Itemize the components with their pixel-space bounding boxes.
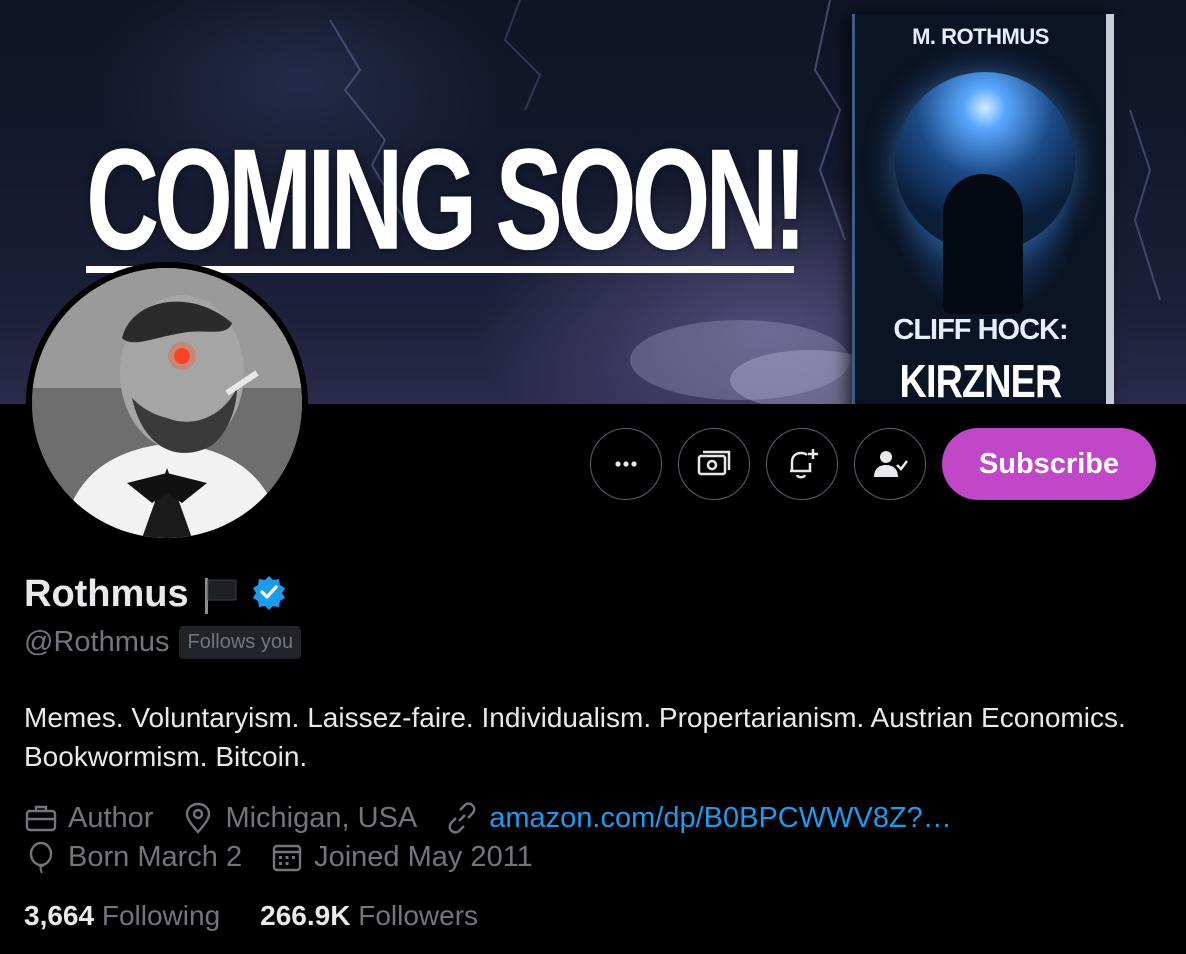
book-title: KIRZNER 14 [899, 355, 1063, 404]
black-flag-icon [199, 574, 241, 616]
birthday-text: Born March 2 [68, 840, 243, 873]
handle-row: @Rothmus Follows you [24, 626, 302, 659]
followers-stat[interactable]: 266.9K Followers [260, 900, 478, 932]
location-pin-icon [186, 802, 211, 834]
following-stat[interactable]: 3,664 Following [24, 900, 220, 932]
avatar-image [32, 268, 302, 538]
follow-stats: 3,664 Following 266.9K Followers [24, 900, 518, 932]
category-text: Author [68, 801, 154, 834]
book-cover: M. ROTHMUS CLIFF HOCK: KIRZNER 14 [852, 14, 1114, 404]
followers-count: 266.9K [260, 900, 351, 931]
more-options-button[interactable] [590, 428, 662, 500]
profile-meta-row-1: Author Michigan, USA amazon.com/dp/B0BPC… [24, 801, 980, 835]
money-icon [697, 450, 731, 476]
bell-plus-icon [790, 449, 818, 479]
book-author: M. ROTHMUS [912, 24, 1049, 49]
following-count: 3,664 [24, 900, 95, 931]
handle: @Rothmus [24, 626, 170, 658]
following-button[interactable] [854, 428, 926, 500]
subscribe-button[interactable]: Subscribe [942, 428, 1156, 500]
banner-headline: COMING SOON! [86, 119, 807, 281]
website-item[interactable]: amazon.com/dp/B0BPCWWV8Z?… [445, 801, 952, 835]
joined-text: Joined May 2011 [314, 840, 533, 873]
category-item: Author [24, 801, 153, 835]
followers-label: Followers [358, 900, 479, 931]
website-link[interactable]: amazon.com/dp/B0BPCWWV8Z?… [489, 802, 952, 835]
avatar[interactable] [26, 262, 308, 544]
following-label: Following [101, 900, 221, 931]
joined-item: Joined May 2011 [270, 840, 533, 874]
location-text: Michigan, USA [225, 801, 418, 834]
link-icon [448, 802, 476, 834]
notifications-button[interactable] [766, 428, 838, 500]
calendar-icon [272, 844, 302, 872]
briefcase-icon [25, 805, 57, 832]
location-item: Michigan, USA [181, 801, 417, 835]
ellipsis-icon [615, 461, 637, 467]
display-name: Rothmus [24, 573, 189, 615]
balloon-icon [29, 841, 53, 874]
bio: Memes. Voluntaryism. Laissez-faire. Indi… [24, 702, 1126, 772]
person-check-icon [874, 451, 908, 477]
follows-you-badge: Follows you [179, 626, 302, 659]
book-subtitle: CLIFF HOCK: [893, 314, 1068, 346]
name-row: Rothmus [24, 573, 287, 616]
birthday-item: Born March 2 [24, 840, 242, 874]
tip-button[interactable] [678, 428, 750, 500]
profile-meta-row-2: Born March 2 Joined May 2011 [24, 840, 561, 874]
verified-badge-icon[interactable] [251, 574, 287, 615]
book-figure-art [943, 174, 1023, 314]
